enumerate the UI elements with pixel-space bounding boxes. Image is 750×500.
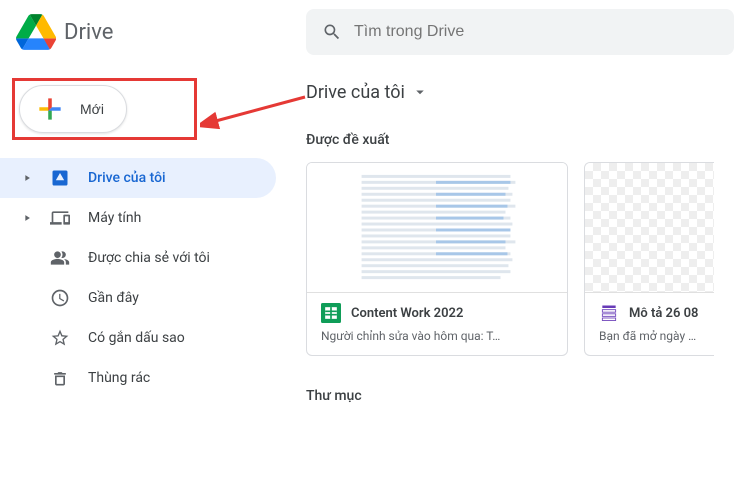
sidebar-item-label: Máy tính [88, 210, 264, 226]
card-title: Mô tả 26 08 [629, 306, 698, 321]
card-thumbnail [585, 163, 714, 293]
annotation-highlight-box: Mới [12, 78, 197, 140]
card-subtitle: Người chỉnh sửa vào hôm qua: T… [321, 329, 553, 343]
star-icon [50, 328, 70, 348]
nav: Drive của tôi Máy tính Được chia sẻ với … [0, 158, 290, 398]
logo-section: Drive [16, 12, 306, 52]
header: Drive [0, 0, 750, 64]
card-subtitle: Bạn đã mở ngày hô [599, 329, 700, 343]
breadcrumb-label: Drive của tôi [306, 82, 405, 103]
search-bar[interactable] [306, 9, 734, 55]
search-icon [322, 22, 342, 42]
sidebar-item-label: Được chia sẻ với tôi [88, 250, 264, 266]
recent-icon [50, 288, 70, 308]
drive-logo-icon [16, 12, 56, 52]
sidebar-item-starred[interactable]: Có gắn dấu sao [0, 318, 276, 358]
new-button-label: Mới [80, 101, 104, 117]
sidebar: Mới Drive của tôi Máy tính [0, 64, 290, 500]
folders-heading: Thư mục [306, 388, 750, 404]
trash-icon [50, 368, 70, 388]
shared-icon [50, 248, 70, 268]
sidebar-item-my-drive[interactable]: Drive của tôi [0, 158, 276, 198]
expand-icon[interactable] [22, 173, 32, 183]
sidebar-item-label: Thùng rác [88, 370, 264, 386]
sidebar-item-recent[interactable]: Gần đây [0, 278, 276, 318]
computers-icon [50, 208, 70, 228]
expand-icon[interactable] [22, 213, 32, 223]
search-input[interactable] [354, 23, 718, 41]
card-title: Content Work 2022 [351, 306, 463, 321]
sheets-icon [321, 303, 341, 323]
forms-icon [599, 303, 619, 323]
suggested-heading: Được đề xuất [306, 132, 750, 148]
card-thumbnail [307, 163, 567, 293]
sidebar-item-label: Có gắn dấu sao [88, 330, 264, 346]
suggestions-row: Content Work 2022 Người chỉnh sửa vào hô… [306, 162, 750, 356]
main-content: Drive của tôi Được đề xuất [290, 64, 750, 500]
breadcrumb[interactable]: Drive của tôi [306, 64, 750, 120]
plus-icon [34, 93, 66, 125]
chevron-down-icon [411, 83, 429, 101]
sidebar-item-label: Gần đây [88, 290, 264, 306]
sidebar-item-trash[interactable]: Thùng rác [0, 358, 276, 398]
suggestion-card[interactable]: Content Work 2022 Người chỉnh sửa vào hô… [306, 162, 568, 356]
sidebar-item-computers[interactable]: Máy tính [0, 198, 276, 238]
app-name: Drive [64, 20, 113, 45]
new-button[interactable]: Mới [19, 85, 127, 133]
sidebar-item-shared[interactable]: Được chia sẻ với tôi [0, 238, 276, 278]
drive-icon [50, 168, 70, 188]
sidebar-item-label: Drive của tôi [88, 170, 264, 186]
suggestion-card[interactable]: Mô tả 26 08 Bạn đã mở ngày hô [584, 162, 714, 356]
